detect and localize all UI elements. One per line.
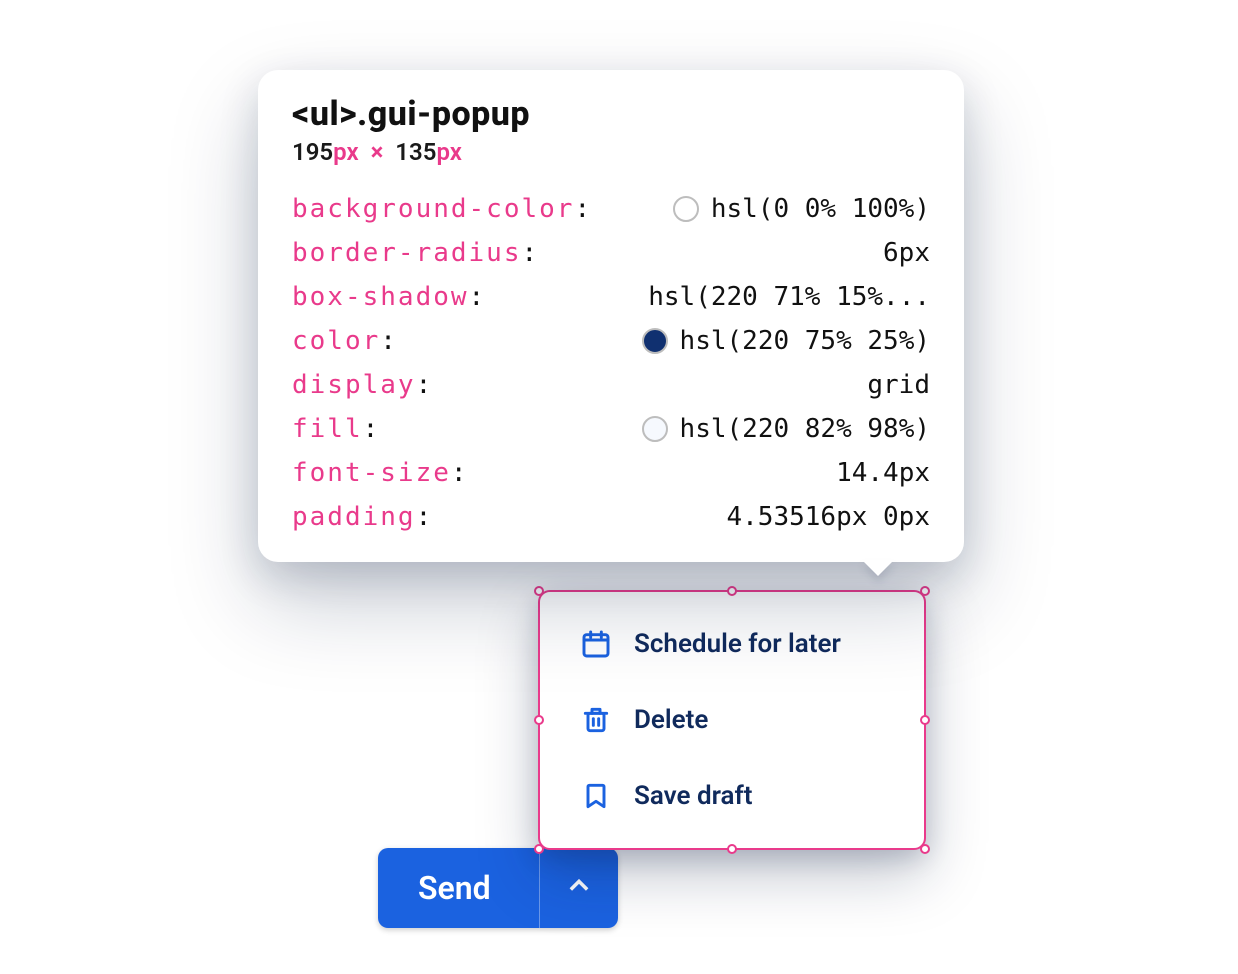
css-prop-value: 6px bbox=[883, 238, 930, 268]
css-prop-row: color: hsl(220 75% 25%) bbox=[292, 326, 930, 356]
css-prop-name: display: bbox=[292, 370, 433, 400]
css-prop-name: font-size: bbox=[292, 458, 469, 488]
popup-item-save-draft[interactable]: Save draft bbox=[540, 758, 924, 834]
selection-handle bbox=[727, 586, 737, 596]
css-prop-row: font-size: 14.4px bbox=[292, 458, 930, 488]
selector-class: .gui-popup bbox=[357, 94, 530, 134]
css-prop-value: hsl(0 0% 100%) bbox=[673, 194, 930, 224]
color-swatch-icon bbox=[642, 416, 668, 442]
css-prop-name: fill: bbox=[292, 414, 380, 444]
css-prop-row: display: grid bbox=[292, 370, 930, 400]
devtools-element-tooltip: <ul>.gui-popup 195px × 135px background-… bbox=[258, 70, 964, 562]
popup-item-delete[interactable]: Delete bbox=[540, 682, 924, 758]
css-prop-name: color: bbox=[292, 326, 398, 356]
selector-tag: <ul> bbox=[292, 94, 357, 134]
css-prop-row: padding: 4.53516px 0px bbox=[292, 502, 930, 532]
css-prop-name: padding: bbox=[292, 502, 433, 532]
css-prop-value: hsl(220 82% 98%) bbox=[642, 414, 930, 444]
dim-unit: px bbox=[436, 138, 461, 166]
tooltip-dimensions: 195px × 135px bbox=[292, 138, 930, 166]
dim-width: 195 bbox=[292, 138, 333, 166]
tooltip-selector: <ul>.gui-popup bbox=[292, 94, 930, 134]
send-split-button: Send bbox=[378, 848, 618, 928]
send-button[interactable]: Send bbox=[378, 848, 540, 928]
bookmark-icon bbox=[580, 780, 612, 812]
send-options-toggle[interactable] bbox=[540, 848, 618, 928]
gui-popup: Schedule for later Delete Save draft bbox=[538, 590, 926, 850]
popup-item-label: Schedule for later bbox=[634, 629, 841, 659]
selection-handle bbox=[727, 844, 737, 854]
css-prop-value: grid bbox=[867, 370, 930, 400]
color-swatch-icon bbox=[642, 328, 668, 354]
selection-handle bbox=[534, 586, 544, 596]
css-prop-row: border-radius: 6px bbox=[292, 238, 930, 268]
css-prop-name: border-radius: bbox=[292, 238, 539, 268]
tooltip-css-props: background-color: hsl(0 0% 100%) border-… bbox=[292, 194, 930, 532]
selection-handle bbox=[534, 844, 544, 854]
css-prop-value: hsl(220 75% 25%) bbox=[642, 326, 930, 356]
css-prop-value: hsl(220 71% 15%... bbox=[648, 282, 930, 312]
color-swatch-icon bbox=[673, 196, 699, 222]
selection-handle bbox=[920, 844, 930, 854]
popup-item-label: Delete bbox=[634, 705, 708, 735]
dim-height: 135 bbox=[395, 138, 436, 166]
css-prop-row: background-color: hsl(0 0% 100%) bbox=[292, 194, 930, 224]
css-prop-row: fill: hsl(220 82% 98%) bbox=[292, 414, 930, 444]
css-prop-name: background-color: bbox=[292, 194, 592, 224]
css-prop-row: box-shadow: hsl(220 71% 15%... bbox=[292, 282, 930, 312]
dim-unit: px bbox=[333, 138, 358, 166]
css-prop-value: 4.53516px 0px bbox=[727, 502, 931, 532]
dim-times: × bbox=[365, 138, 390, 166]
trash-icon bbox=[580, 704, 612, 736]
selection-handle bbox=[920, 715, 930, 725]
tooltip-arrow-icon bbox=[862, 560, 894, 576]
popup-item-schedule[interactable]: Schedule for later bbox=[540, 606, 924, 682]
send-button-label: Send bbox=[418, 869, 491, 907]
selection-handle bbox=[534, 715, 544, 725]
selection-handle bbox=[920, 586, 930, 596]
css-prop-name: box-shadow: bbox=[292, 282, 486, 312]
css-prop-value: 14.4px bbox=[836, 458, 930, 488]
chevron-up-icon bbox=[565, 872, 593, 904]
calendar-icon bbox=[580, 628, 612, 660]
popup-item-label: Save draft bbox=[634, 781, 752, 811]
